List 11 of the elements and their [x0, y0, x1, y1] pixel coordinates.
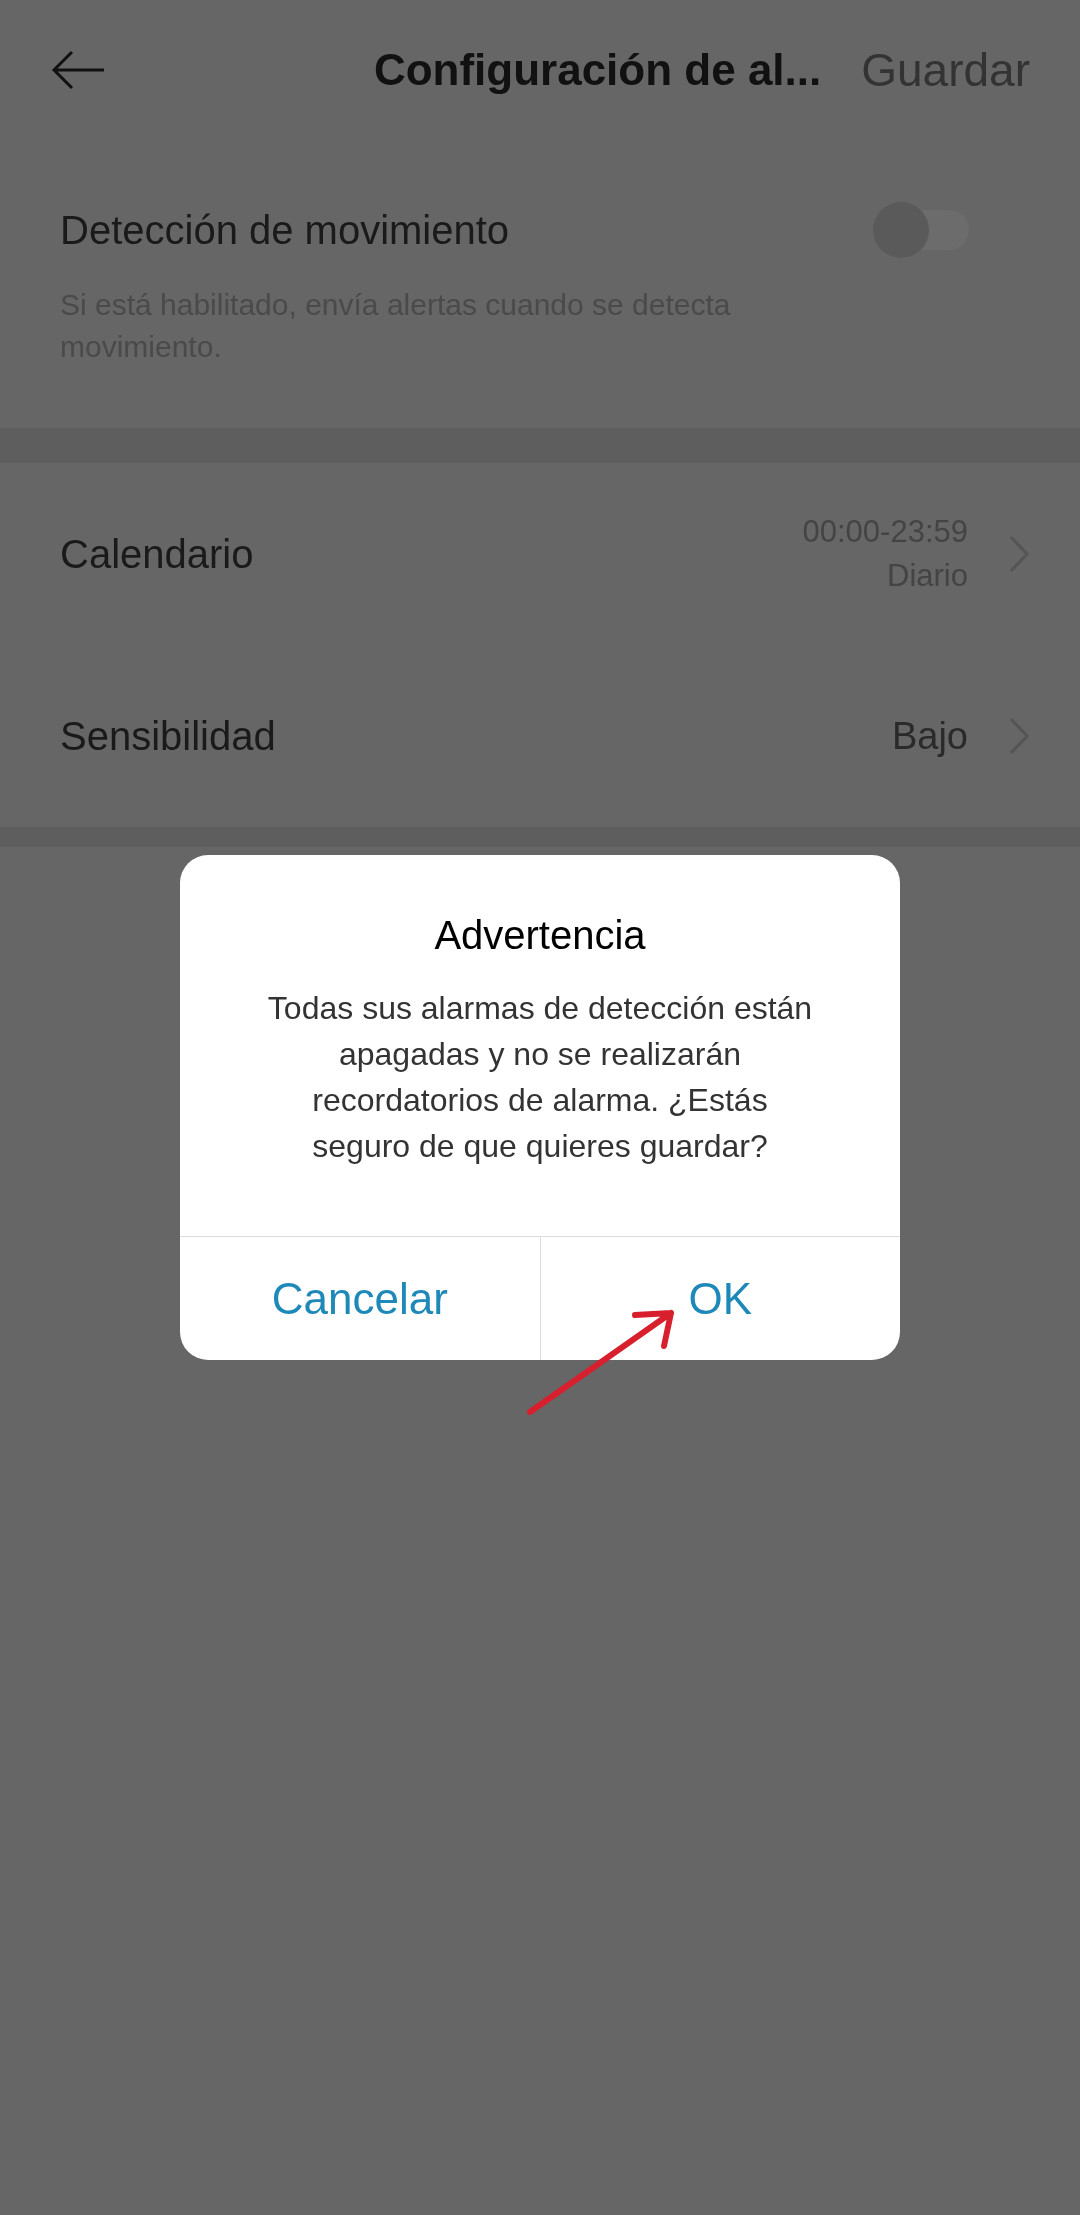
dialog-button[interactable]: Cancelar [180, 1237, 540, 1360]
page-title: Configuración de al... [373, 44, 822, 96]
back-icon[interactable] [50, 50, 106, 90]
setting-label: Sensibilidad [60, 713, 276, 760]
setting-value: Bajo [891, 713, 968, 759]
dialog-message: Todas sus alarmas de detección están apagadas y no se realizarán recordatorios de alarma. ¿Estás seguro de que quieres guardar? [266, 989, 814, 1166]
dialog-title: Advertencia [433, 912, 647, 959]
dialog-button[interactable]: OK [539, 1237, 900, 1360]
setting-label: Calendario [60, 531, 254, 578]
setting-label: Detección de movimiento [60, 207, 510, 254]
settings-row[interactable]: Sensibilidad Bajo [0, 645, 1080, 827]
